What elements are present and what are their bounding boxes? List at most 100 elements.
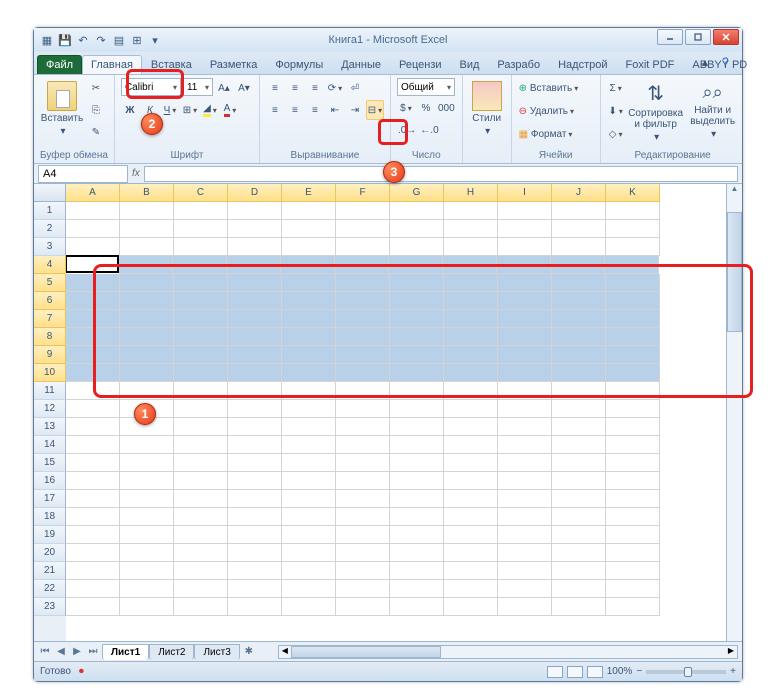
row-header[interactable]: 12 [34, 400, 66, 418]
increase-indent-button[interactable]: ⇥ [346, 100, 364, 120]
clear-button[interactable]: ◇▾ [607, 124, 625, 144]
cell[interactable] [335, 256, 389, 274]
cell[interactable] [498, 328, 552, 346]
cell[interactable] [282, 418, 336, 436]
cell[interactable] [336, 202, 390, 220]
cell[interactable] [66, 238, 120, 256]
fill-color-button[interactable]: ◢▾ [201, 100, 219, 120]
cell[interactable] [174, 526, 228, 544]
cell[interactable] [606, 418, 660, 436]
cell[interactable] [228, 382, 282, 400]
cell[interactable] [174, 400, 228, 418]
cell[interactable] [497, 256, 551, 274]
cell[interactable] [228, 544, 282, 562]
cell[interactable] [282, 346, 336, 364]
cell[interactable] [281, 256, 335, 274]
align-top-button[interactable]: ≡ [266, 78, 284, 98]
cell[interactable] [66, 544, 120, 562]
cell[interactable] [228, 562, 282, 580]
cell[interactable] [120, 220, 174, 238]
fill-button[interactable]: ⬇▾ [607, 101, 625, 121]
cell[interactable] [282, 598, 336, 616]
tab-рецензи[interactable]: Рецензи [390, 55, 451, 74]
cell[interactable] [444, 364, 498, 382]
cell[interactable] [120, 436, 174, 454]
cell[interactable] [228, 472, 282, 490]
cell[interactable] [444, 454, 498, 472]
column-header[interactable]: B [120, 184, 174, 202]
format-cells-button[interactable]: ▦ Формат▾ [518, 124, 594, 144]
cell[interactable] [174, 472, 228, 490]
cell[interactable] [174, 220, 228, 238]
cell[interactable] [120, 490, 174, 508]
cell[interactable] [552, 526, 606, 544]
cell[interactable] [498, 544, 552, 562]
cell[interactable] [174, 436, 228, 454]
cell[interactable] [228, 418, 282, 436]
cell[interactable] [228, 454, 282, 472]
cell[interactable] [552, 418, 606, 436]
cell[interactable] [174, 508, 228, 526]
cell[interactable] [120, 382, 174, 400]
tab-вставка[interactable]: Вставка [142, 55, 201, 74]
cell[interactable] [336, 238, 390, 256]
cell[interactable] [66, 202, 120, 220]
cell[interactable] [444, 544, 498, 562]
tab-разрабо[interactable]: Разрабо [488, 55, 549, 74]
cell[interactable] [66, 418, 120, 436]
align-bottom-button[interactable]: ≡ [306, 78, 324, 98]
column-header[interactable]: D [228, 184, 282, 202]
undo-icon[interactable]: ↶ [76, 33, 90, 47]
column-header[interactable]: J [552, 184, 606, 202]
cell[interactable] [390, 490, 444, 508]
cell[interactable] [552, 292, 606, 310]
cell[interactable] [336, 454, 390, 472]
cell[interactable] [552, 436, 606, 454]
qat-dropdown-icon[interactable]: ▾ [148, 33, 162, 47]
horizontal-scroll-thumb[interactable] [291, 646, 441, 658]
cell[interactable] [228, 508, 282, 526]
save-icon[interactable]: 💾 [58, 33, 72, 47]
cell[interactable] [443, 256, 497, 274]
cell[interactable] [390, 364, 444, 382]
qat-icon2[interactable]: ⊞ [130, 33, 144, 47]
cell[interactable] [66, 400, 120, 418]
row-header[interactable]: 9 [34, 346, 66, 364]
row-header[interactable]: 21 [34, 562, 66, 580]
cell[interactable] [444, 508, 498, 526]
cell[interactable] [282, 310, 336, 328]
cell[interactable] [444, 562, 498, 580]
cell[interactable] [66, 580, 120, 598]
row-header[interactable]: 6 [34, 292, 66, 310]
cell[interactable] [282, 328, 336, 346]
cell[interactable] [174, 490, 228, 508]
row-header[interactable]: 20 [34, 544, 66, 562]
cell[interactable] [282, 274, 336, 292]
cell[interactable] [228, 328, 282, 346]
cell[interactable] [552, 346, 606, 364]
row-header[interactable]: 22 [34, 580, 66, 598]
wrap-text-button[interactable]: ⏎ [346, 78, 364, 98]
cell[interactable] [606, 220, 660, 238]
name-box[interactable]: A4 [38, 165, 128, 183]
cell[interactable] [606, 364, 660, 382]
cell[interactable] [120, 544, 174, 562]
cell[interactable] [66, 454, 120, 472]
cell[interactable] [282, 490, 336, 508]
column-header[interactable]: A [66, 184, 120, 202]
autosum-button[interactable]: Σ▾ [607, 78, 625, 98]
sheet-nav-next-icon[interactable]: ▶ [70, 645, 84, 659]
cell[interactable] [606, 292, 660, 310]
cell[interactable] [282, 526, 336, 544]
cell[interactable] [498, 310, 552, 328]
cell[interactable] [606, 544, 660, 562]
tab-данные[interactable]: Данные [332, 55, 390, 74]
sheet-nav-first-icon[interactable]: ⏮ [38, 645, 52, 659]
zoom-slider[interactable] [646, 670, 726, 674]
cell[interactable] [552, 202, 606, 220]
cell[interactable] [336, 598, 390, 616]
cell[interactable] [174, 346, 228, 364]
row-header[interactable]: 19 [34, 526, 66, 544]
decrease-indent-button[interactable]: ⇤ [326, 100, 344, 120]
cell[interactable] [552, 508, 606, 526]
